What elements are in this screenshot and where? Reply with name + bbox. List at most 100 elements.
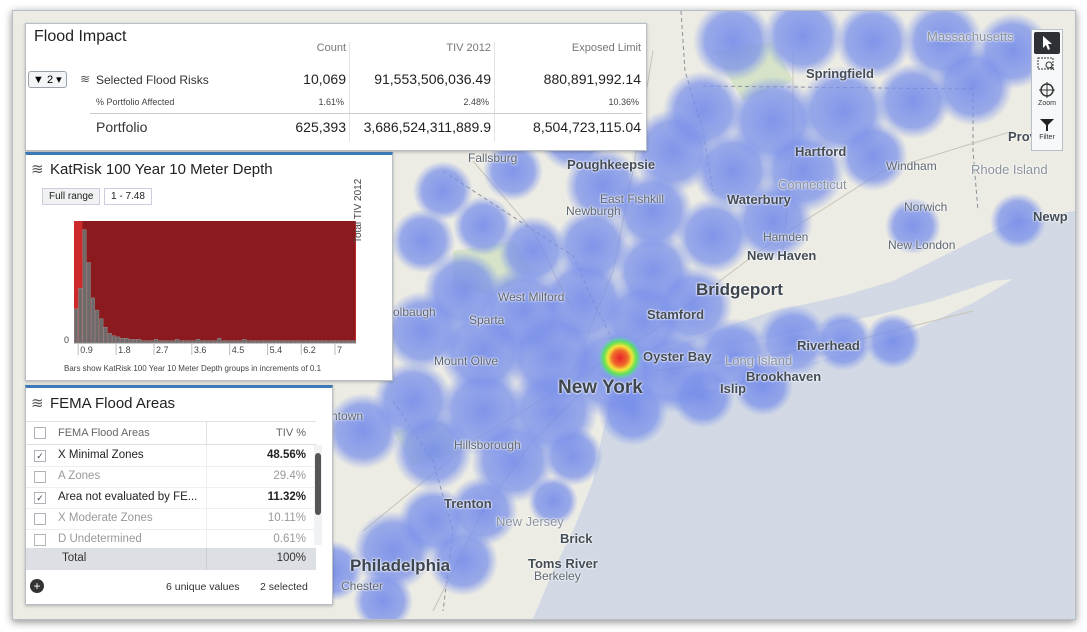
- map-label: Sparta: [469, 313, 505, 327]
- histogram-bar: [90, 297, 95, 344]
- fema-row[interactable]: ✓ Area not evaluated by FE... 11.32%: [26, 487, 316, 509]
- selected-count: 2 selected: [260, 581, 308, 593]
- total-value: 100%: [276, 552, 306, 564]
- zoom-box-icon: [1037, 57, 1055, 71]
- depth-histogram[interactable]: 0.9 1.8 2.7 3.6 4.5 5.4 6.2 7 0: [36, 213, 366, 363]
- histogram-bar: [217, 337, 222, 344]
- filter-dropdown-button[interactable]: ▼ 2 ▾: [28, 71, 67, 88]
- fema-row-label: X Minimal Zones: [58, 449, 144, 461]
- map-label: Newp: [1033, 209, 1068, 224]
- portfolio-count: 625,393: [295, 119, 346, 135]
- filter-icon: ▼: [33, 74, 44, 86]
- map-label: Stamford: [647, 307, 705, 322]
- histogram-bar: [133, 339, 137, 344]
- select-all-checkbox[interactable]: [34, 427, 46, 439]
- fema-row-label: D Undetermined: [58, 533, 142, 545]
- waves-icon: ≋: [31, 161, 44, 178]
- row-checkbox[interactable]: [34, 513, 46, 525]
- histogram-bar: [103, 326, 108, 344]
- waves-icon: ≋: [80, 72, 91, 86]
- range-chip[interactable]: 1 - 7.48: [104, 188, 152, 205]
- row-checkbox[interactable]: [34, 471, 46, 483]
- selected-count: 10,069: [303, 71, 346, 87]
- fema-row-value: 29.4%: [273, 470, 306, 482]
- row-checkbox[interactable]: ✓: [34, 492, 46, 504]
- map-label: Long Island: [725, 353, 793, 368]
- add-icon[interactable]: +: [30, 579, 44, 593]
- map-label: Fallsburg: [468, 151, 518, 165]
- map-toolbar: Zoom Filter: [1031, 29, 1063, 151]
- fema-row-value: 10.11%: [267, 512, 306, 524]
- histogram-bar: [107, 333, 112, 344]
- map-label: Hillsborough: [454, 438, 521, 452]
- filter-tool-button[interactable]: Filter: [1034, 118, 1060, 146]
- flood-impact-panel: Flood Impact Count TIV 2012 Exposed Limi…: [25, 23, 647, 151]
- filter-count: 2: [46, 74, 54, 86]
- unique-values: 6 unique values: [166, 581, 240, 593]
- histogram-bar: [86, 262, 91, 344]
- map-label: Mount Olive: [434, 354, 499, 368]
- fema-row[interactable]: X Moderate Zones 10.11%: [26, 508, 316, 530]
- katrisk-panel: ≋ KatRisk 100 Year 10 Meter Depth Full r…: [25, 152, 393, 381]
- zoom-box-tool-button[interactable]: [1034, 56, 1060, 74]
- fema-row-value: 48.56%: [266, 449, 306, 461]
- katrisk-title: KatRisk 100 Year 10 Meter Depth: [50, 161, 273, 178]
- histogram-bar: [242, 339, 247, 344]
- filter-icon: [1040, 119, 1054, 131]
- map-label: Trenton: [444, 496, 492, 511]
- map-label: Bridgeport: [696, 280, 783, 299]
- y-axis-label: Total TIV 2012: [353, 178, 364, 243]
- zoom-button[interactable]: Zoom: [1034, 82, 1060, 112]
- histogram-bar: [74, 308, 79, 344]
- map-label: Berkeley: [534, 569, 581, 583]
- scrollbar-thumb[interactable]: [315, 453, 321, 515]
- map-label: Waterbury: [727, 192, 791, 207]
- map-label: Springfield: [806, 66, 874, 81]
- map-label: Chester: [341, 579, 384, 593]
- flood-impact-title: Flood Impact: [34, 28, 127, 45]
- map-label: Brookhaven: [746, 369, 822, 384]
- fema-title: FEMA Flood Areas: [50, 395, 176, 412]
- map-label: Windham: [886, 159, 937, 173]
- map-label: Massachusetts: [927, 29, 1014, 44]
- portfolio-label: Portfolio: [96, 119, 148, 135]
- map-label: Hartford: [795, 144, 847, 159]
- affected-count: 1.61%: [318, 97, 344, 107]
- app-frame: Massachusetts Springfield Hartford Windham R…: [12, 10, 1076, 620]
- chevron-down-icon: ▾: [56, 74, 62, 86]
- map-label: Riverhead: [797, 338, 860, 353]
- full-range-chip[interactable]: Full range: [42, 188, 101, 205]
- affected-label: % Portfolio Affected: [96, 97, 175, 107]
- x-tick-label: 2.7: [156, 345, 169, 355]
- fema-row-label: Area not evaluated by FE...: [58, 491, 198, 503]
- x-tick-label: 7: [337, 345, 342, 355]
- map-label: Connecticut: [778, 177, 847, 192]
- map-label: Hamden: [763, 230, 809, 244]
- map-label: Brick: [560, 531, 593, 546]
- col-tiv-header: TIV 2012: [446, 42, 491, 54]
- x-tick-label: 5.4: [270, 345, 283, 355]
- fema-row-value: 11.32%: [267, 491, 306, 503]
- filter-label: Filter: [1039, 134, 1055, 141]
- fema-row[interactable]: ✓ X Minimal Zones 48.56%: [26, 445, 316, 467]
- fema-panel: ≋ FEMA Flood Areas FEMA Flood Areas TIV …: [25, 385, 333, 605]
- map-label: Rhode Island: [971, 162, 1048, 177]
- histogram-bar: [175, 339, 180, 344]
- x-tick-label: 4.5: [232, 345, 245, 355]
- fema-row[interactable]: A Zones 29.4%: [26, 466, 316, 488]
- fema-row-value: 0.61%: [273, 533, 306, 545]
- histogram-caption: Bars show KatRisk 100 Year 10 Meter Dept…: [64, 364, 322, 373]
- scrollbar[interactable]: [314, 445, 322, 545]
- row-checkbox[interactable]: [34, 534, 46, 546]
- histogram-bar: [137, 339, 142, 344]
- select-tool-button[interactable]: [1034, 32, 1060, 54]
- y-tick-label: 0: [64, 335, 69, 345]
- histogram-bar: [128, 339, 133, 344]
- map-label: Newburgh: [566, 204, 621, 218]
- row-checkbox[interactable]: ✓: [34, 450, 46, 462]
- affected-limit: 10.36%: [608, 97, 639, 107]
- fema-col-name: FEMA Flood Areas: [58, 427, 150, 439]
- col-limit-header: Exposed Limit: [571, 42, 641, 54]
- zoom-label: Zoom: [1038, 100, 1056, 107]
- map-label: olbaugh: [393, 305, 436, 319]
